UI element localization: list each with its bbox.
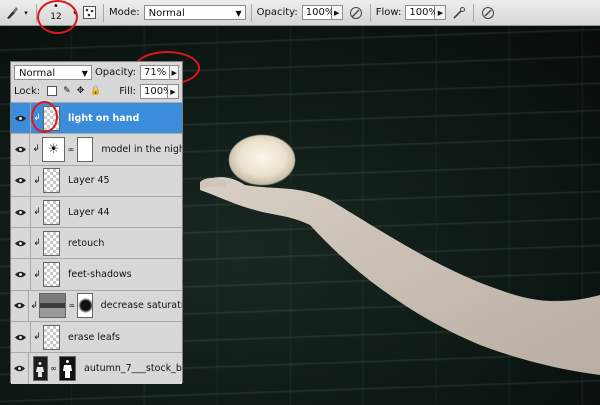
photo-thumbnail xyxy=(32,356,48,382)
fill-slider-button[interactable]: ▶ xyxy=(168,83,179,99)
layer-thumbnail xyxy=(43,168,60,194)
layer-row-erase-leafs[interactable]: ↲ erase leafs xyxy=(11,321,182,353)
opacity-input[interactable]: 100% xyxy=(301,5,334,20)
layer-name: decrease saturati... xyxy=(100,300,182,312)
layer-list: ↲ light on hand ↲ ☀ ∞ model in the nigh … xyxy=(11,102,182,384)
clipping-arrow-icon: ↲ xyxy=(33,113,41,124)
lock-position-icon[interactable]: ✥ xyxy=(77,86,85,96)
layer-mask-thumbnail[interactable] xyxy=(77,293,93,319)
layer-name: Layer 45 xyxy=(68,175,110,187)
layer-row-layer-44[interactable]: ↲ Layer 44 xyxy=(11,195,182,228)
opacity-slider-button[interactable]: ▶ xyxy=(331,5,343,20)
layer-name: retouch xyxy=(68,237,105,249)
blend-mode-value: Normal xyxy=(19,67,56,79)
visibility-eye-icon[interactable] xyxy=(11,165,31,196)
visibility-eye-icon[interactable] xyxy=(11,103,31,134)
layer-opacity-label: Opacity: xyxy=(94,66,137,78)
visibility-eye-icon[interactable] xyxy=(11,259,31,290)
layers-panel-top-row: Normal ▼ Opacity: 71% ▶ xyxy=(11,62,182,82)
tablet-pressure-size-icon[interactable] xyxy=(479,4,497,22)
flow-slider-button[interactable]: ▶ xyxy=(435,5,447,20)
layer-thumbnail xyxy=(43,199,60,225)
layer-row-model-in-the-night[interactable]: ↲ ☀ ∞ model in the nigh xyxy=(11,133,182,165)
layer-row-layer-45[interactable]: ↲ Layer 45 xyxy=(11,164,182,196)
link-chain-icon[interactable]: ∞ xyxy=(67,145,75,154)
layer-name: light on hand xyxy=(68,112,140,124)
mode-value: Normal xyxy=(148,8,185,19)
clipping-arrow-icon: ↲ xyxy=(33,238,41,249)
opacity-label: Opacity: xyxy=(256,7,298,18)
brush-size-value: 12 xyxy=(50,11,62,22)
clipping-arrow-icon: ↲ xyxy=(32,144,40,155)
tool-preset-dropdown-icon[interactable]: ▾ xyxy=(21,4,31,22)
layer-thumbnail xyxy=(43,105,60,131)
layer-mask-thumbnail[interactable] xyxy=(76,136,94,162)
layer-row-retouch[interactable]: ↲ retouch xyxy=(11,227,182,259)
visibility-eye-icon[interactable] xyxy=(11,228,31,259)
clipping-arrow-icon: ↲ xyxy=(33,332,41,343)
layers-panel-lock-row: Lock: ✎ ✥ 🔒 Fill: 100% ▶ xyxy=(11,82,182,100)
hue-saturation-adjustment-icon xyxy=(39,293,67,319)
clipping-arrow-icon: ↲ xyxy=(30,300,38,311)
brush-panel-toggle-icon[interactable] xyxy=(80,4,98,22)
visibility-eye-icon[interactable] xyxy=(11,196,31,228)
link-chain-icon[interactable]: ∞ xyxy=(50,364,57,373)
brush-size-picker[interactable]: • 12 xyxy=(42,0,70,24)
chevron-down-icon: ▼ xyxy=(235,9,242,18)
lock-label: Lock: xyxy=(14,85,41,97)
fill-label: Fill: xyxy=(119,85,136,97)
visibility-eye-icon[interactable] xyxy=(11,322,31,353)
flow-input[interactable]: 100% xyxy=(405,5,438,20)
layer-row-light-on-hand[interactable]: ↲ light on hand xyxy=(11,102,182,134)
mode-select[interactable]: Normal ▼ xyxy=(143,5,246,20)
layer-thumbnail xyxy=(43,324,60,350)
clipping-arrow-icon: ↲ xyxy=(33,269,41,280)
airbrush-icon[interactable] xyxy=(450,4,468,22)
flow-label: Flow: xyxy=(375,7,402,18)
layer-name: model in the nigh xyxy=(101,143,182,155)
lock-all-icon[interactable]: 🔒 xyxy=(90,86,101,96)
airbrush-pressure-icon[interactable] xyxy=(347,4,365,22)
layer-mask-thumbnail[interactable] xyxy=(59,356,76,382)
fill-input[interactable]: 100% xyxy=(140,83,173,99)
brush-size-dropdown-icon[interactable]: ▾ xyxy=(70,4,80,22)
separator xyxy=(250,3,252,22)
separator xyxy=(473,3,475,22)
layer-row-decrease-saturation[interactable]: ↲ ∞ decrease saturati... xyxy=(11,289,182,322)
layer-opacity-slider-button[interactable]: ▶ xyxy=(170,64,179,80)
link-chain-icon[interactable]: ∞ xyxy=(68,301,75,310)
layer-thumbnail xyxy=(43,230,60,256)
brush-tool-icon[interactable] xyxy=(3,4,21,22)
visibility-eye-icon[interactable] xyxy=(11,353,29,384)
options-bar: ▾ • 12 ▾ Mode: Normal ▼ Opacity: 100% ▶ … xyxy=(0,0,600,26)
chevron-down-icon: ▼ xyxy=(81,68,88,78)
layer-name: autumn_7___stock_by... xyxy=(84,363,182,375)
mode-label: Mode: xyxy=(109,7,140,18)
layer-name: Layer 44 xyxy=(68,206,110,218)
lock-transparency-icon[interactable] xyxy=(47,86,58,96)
visibility-eye-icon[interactable] xyxy=(11,290,29,322)
layer-thumbnail xyxy=(43,262,60,288)
separator xyxy=(103,3,104,22)
separator xyxy=(369,3,371,22)
lock-pixels-icon[interactable]: ✎ xyxy=(63,86,71,96)
layer-name: erase leafs xyxy=(68,331,120,343)
separator xyxy=(36,3,37,22)
blend-mode-select[interactable]: Normal ▼ xyxy=(14,64,92,80)
visibility-eye-icon[interactable] xyxy=(11,134,31,165)
layer-row-autumn-stock[interactable]: ∞ autumn_7___stock_by... xyxy=(11,352,182,384)
brush-tip-icon: • xyxy=(53,0,59,12)
brightness-adjustment-icon: ☀ xyxy=(41,136,66,162)
clipping-arrow-icon: ↲ xyxy=(33,207,41,218)
layers-panel: Normal ▼ Opacity: 71% ▶ Lock: ✎ ✥ 🔒 Fill… xyxy=(10,61,183,384)
layer-opacity-input[interactable]: 71% xyxy=(140,64,171,80)
clipping-arrow-icon: ↲ xyxy=(33,175,41,186)
layer-row-feet-shadows[interactable]: ↲ feet-shadows xyxy=(11,258,182,290)
layer-name: feet-shadows xyxy=(68,269,132,281)
